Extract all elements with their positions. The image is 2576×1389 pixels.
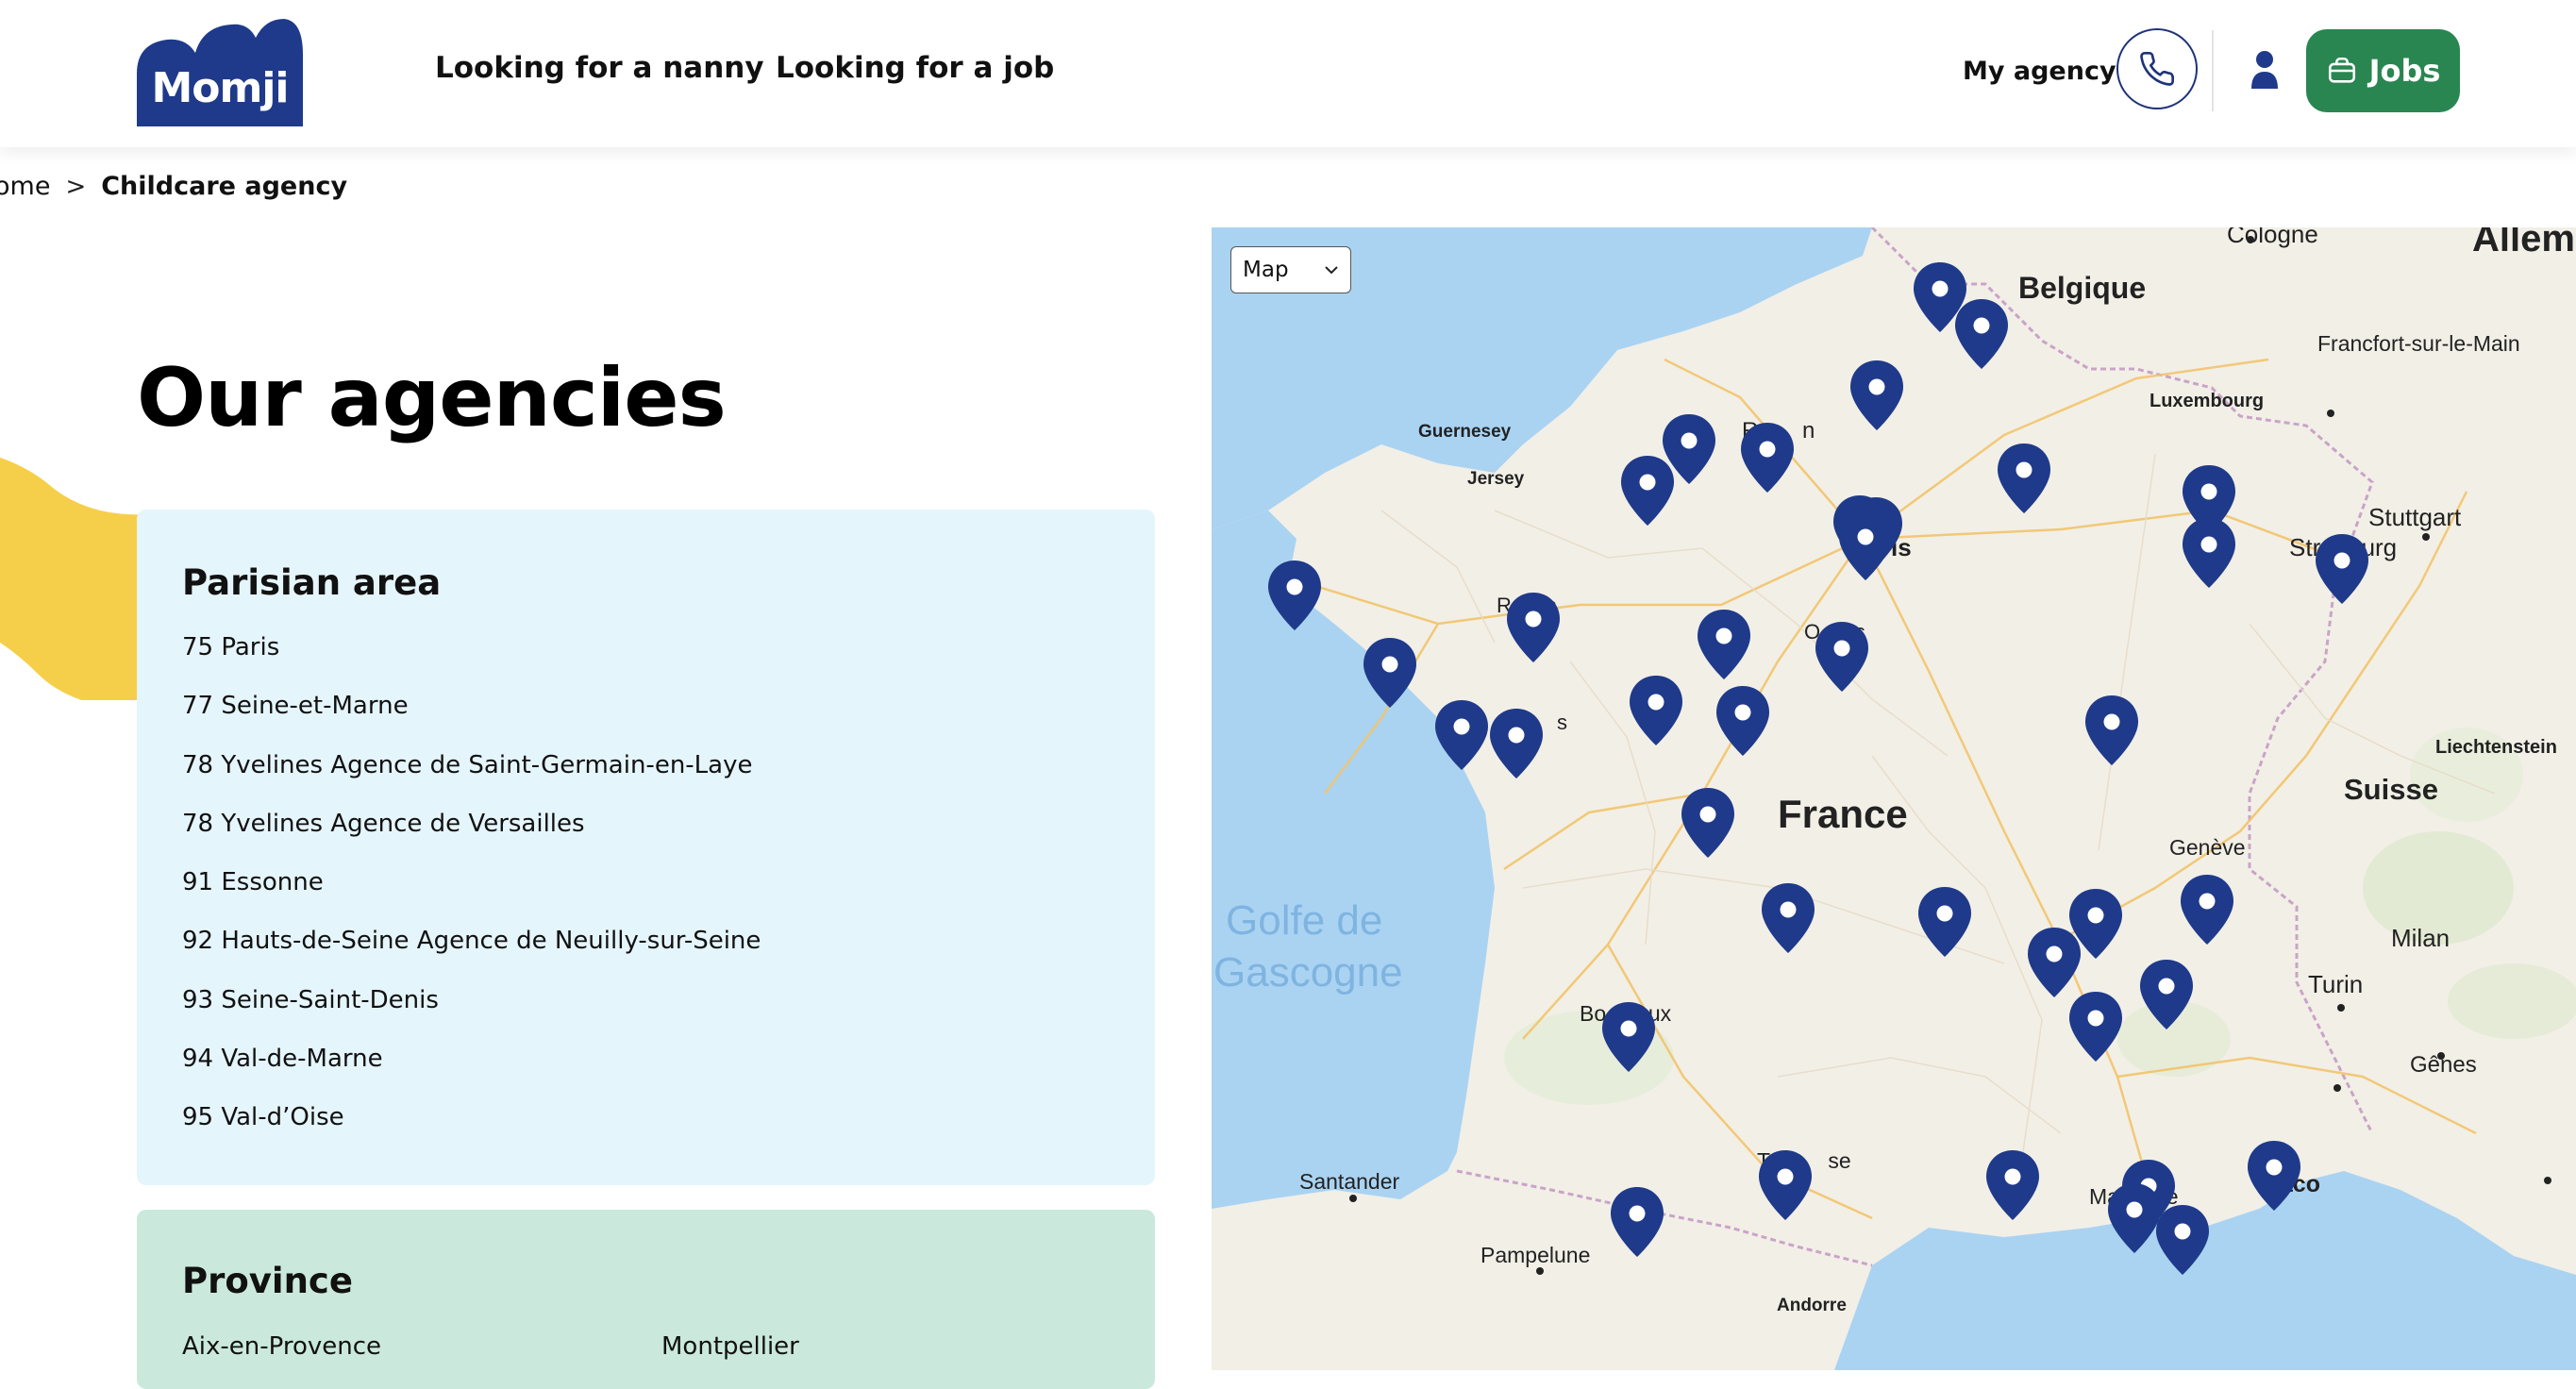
agency-link[interactable]: 93 Seine-Saint-Denis — [182, 985, 761, 1044]
map-label-liechtenstein: Liechtenstein — [2435, 737, 2557, 758]
agency-pin[interactable] — [1984, 1148, 2041, 1222]
agency-pin[interactable] — [1628, 674, 1684, 747]
agency-link[interactable]: 77 Seine-et-Marne — [182, 691, 761, 749]
agency-pin[interactable] — [1433, 698, 1490, 772]
map-label-pampelune: Pampelune — [1480, 1243, 1591, 1267]
agency-pin[interactable] — [1696, 608, 1752, 681]
agency-pin[interactable] — [1760, 881, 1816, 955]
agency-pin[interactable] — [1609, 1185, 1665, 1259]
agency-pin[interactable] — [1996, 442, 2052, 515]
momji-logo[interactable]: Momji — [137, 17, 303, 126]
agency-pin[interactable] — [2154, 1203, 2211, 1277]
agency-pin[interactable] — [1739, 421, 1796, 494]
jobs-button[interactable]: Jobs — [2306, 29, 2460, 112]
agency-pin[interactable] — [1848, 359, 1905, 432]
map-label-golfe-de: Golfe de — [1226, 897, 1383, 944]
parisian-area-heading: Parisian area — [182, 562, 442, 603]
phone-icon — [2140, 51, 2175, 86]
map-label-santander: Santander — [1299, 1169, 1400, 1194]
agency-pin[interactable] — [2179, 873, 2235, 946]
map-label-jersey: Jersey — [1467, 469, 1525, 489]
map-label-cologne: Cologne — [2227, 227, 2318, 248]
page-title: Our agencies — [137, 351, 727, 445]
nav-looking-for-job[interactable]: Looking for a job — [776, 51, 1054, 85]
agency-pin[interactable] — [1362, 636, 1418, 710]
map-label-suisse: Suisse — [2344, 773, 2438, 806]
agency-map[interactable]: Map Cologne Allem Belgique Francfort-sur… — [1212, 227, 2576, 1370]
map-label-turin: Turin — [2308, 970, 2364, 998]
logo-wordmark: Momji — [151, 64, 289, 112]
agency-pin[interactable] — [2246, 1139, 2302, 1213]
site-header: Momji Looking for a nanny Looking for a … — [0, 0, 2576, 147]
agency-link[interactable]: 95 Val-d’Oise — [182, 1102, 761, 1161]
agency-pin[interactable] — [1757, 1148, 1814, 1222]
map-type-value: Map — [1243, 258, 1289, 282]
agency-pin[interactable] — [1505, 591, 1562, 664]
map-label-france: France — [1778, 792, 1908, 836]
agency-pin[interactable] — [2138, 958, 2195, 1031]
agency-link[interactable]: 75 Paris — [182, 632, 761, 691]
map-label-stuttgart: Stuttgart — [2368, 503, 2462, 531]
parisian-agency-list: 75 Paris 77 Seine-et-Marne 78 Yvelines A… — [182, 632, 761, 1162]
briefcase-icon — [2328, 57, 2355, 83]
agency-pin[interactable] — [1266, 559, 1323, 632]
map-label-guernesey: Guernesey — [1418, 422, 1512, 442]
map-label-allemagne: Allem — [2472, 227, 2575, 259]
breadcrumb-separator-icon: > — [65, 172, 87, 201]
map-label-nantes: s — [1557, 711, 1567, 734]
map-label-milan: Milan — [2391, 924, 2451, 952]
header-divider — [2212, 30, 2214, 111]
agency-pin[interactable] — [2181, 516, 2237, 590]
agency-pin[interactable] — [2067, 990, 2124, 1063]
agency-link[interactable]: 78 Yvelines Agence de Versailles — [182, 809, 761, 867]
agency-pin[interactable] — [2026, 926, 2083, 999]
province-heading: Province — [182, 1261, 353, 1301]
phone-button[interactable] — [2116, 28, 2198, 109]
agency-pin[interactable] — [1715, 684, 1771, 758]
agency-pin[interactable] — [2083, 694, 2140, 767]
agency-link[interactable]: 92 Hauts-de-Seine Agence de Neuilly-sur-… — [182, 926, 761, 984]
agency-pin[interactable] — [1600, 1000, 1657, 1074]
agency-pin[interactable] — [1619, 454, 1676, 527]
map-label-gascogne: Gascogne — [1213, 949, 1403, 996]
agency-link[interactable]: 91 Essonne — [182, 867, 761, 926]
map-label-andorre: Andorre — [1777, 1296, 1847, 1315]
agency-pin[interactable] — [1488, 707, 1545, 780]
agency-link[interactable]: 78 Yvelines Agence de Saint-Germain-en-L… — [182, 750, 761, 809]
agency-link[interactable]: Montpellier — [661, 1332, 799, 1361]
breadcrumb: ome > Childcare agency — [0, 172, 347, 201]
map-label-francfort: Francfort-sur-le-Main — [2317, 331, 2520, 356]
agency-pin[interactable] — [2314, 532, 2370, 606]
chevron-down-icon — [1325, 266, 1338, 275]
agency-pin[interactable] — [1916, 885, 1973, 959]
map-label-genes: Gênes — [2410, 1052, 2477, 1078]
agency-pin[interactable] — [1837, 509, 1894, 582]
breadcrumb-home[interactable]: ome — [0, 172, 50, 201]
agency-pin[interactable] — [1814, 620, 1870, 694]
breadcrumb-current: Childcare agency — [101, 172, 348, 201]
agency-link[interactable]: 94 Val-de-Marne — [182, 1044, 761, 1102]
map-label-geneve: Genève — [2169, 835, 2246, 860]
my-agency-link[interactable]: My agency — [1963, 57, 2116, 86]
parisian-area-panel: Parisian area 75 Paris 77 Seine-et-Marne… — [137, 510, 1155, 1185]
agency-pin[interactable] — [1680, 786, 1736, 860]
map-type-select[interactable]: Map — [1230, 246, 1351, 293]
account-button[interactable] — [2244, 47, 2285, 92]
agency-link[interactable]: Aix-en-Provence — [182, 1332, 381, 1361]
jobs-label: Jobs — [2368, 53, 2441, 89]
map-label-luxembourg: Luxembourg — [2149, 391, 2265, 411]
nav-looking-for-nanny[interactable]: Looking for a nanny — [435, 51, 764, 85]
province-panel: Province Aix-en-Provence Montpellier — [137, 1210, 1155, 1389]
agency-pin[interactable] — [1953, 297, 2010, 371]
map-label-belgique: Belgique — [2018, 271, 2147, 305]
user-icon — [2251, 51, 2278, 89]
